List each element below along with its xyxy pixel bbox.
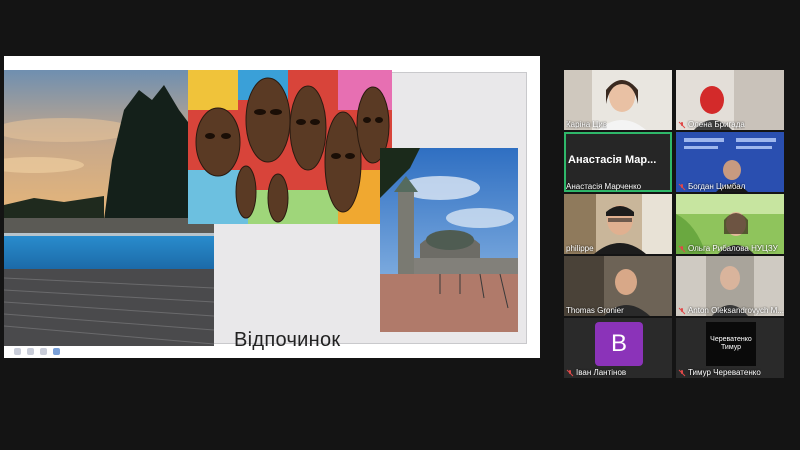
participant-tile[interactable]: Череватенко Тимур Тимур Череватенко — [676, 318, 784, 378]
toolbar-dot[interactable] — [53, 347, 60, 355]
masks-photo — [188, 70, 392, 224]
participant-tile[interactable]: Ольга Рибалова НУЦЗУ — [676, 194, 784, 254]
shared-screen: Відпочинок — [4, 56, 540, 358]
participant-tile[interactable]: Thomas Gronier — [564, 256, 672, 316]
participant-name: Олена Бригада — [678, 120, 745, 129]
participant-tile[interactable]: Anton Oleksandrovych M... — [676, 256, 784, 316]
participant-tile[interactable]: Каріна Цив — [564, 70, 672, 130]
meeting-window: Відпочинок Каріна Цив Олена Бригада Анас… — [0, 0, 800, 450]
slide-title: Відпочинок — [234, 329, 341, 351]
mic-muted-icon — [678, 307, 686, 314]
mic-muted-icon — [566, 369, 574, 376]
mic-muted-icon — [678, 183, 686, 190]
participant-name: Anton Oleksandrovych M... — [678, 306, 784, 315]
slide-canvas: Відпочинок — [4, 56, 540, 351]
name-card-text: Анастасія Мар... — [568, 154, 657, 166]
participant-tile[interactable]: philippe — [564, 194, 672, 254]
participant-name: Ольга Рибалова НУЦЗУ — [678, 244, 778, 253]
participant-grid: Каріна Цив Олена Бригада Анастасія Мар..… — [564, 70, 784, 380]
pool-photo — [4, 70, 214, 346]
mic-muted-icon — [678, 245, 686, 252]
avatar: Череватенко Тимур — [706, 322, 756, 366]
participant-name: Тимур Череватенко — [678, 368, 761, 377]
participant-tile[interactable]: Богдан Цимбал — [676, 132, 784, 192]
participant-tile[interactable]: Олена Бригада — [676, 70, 784, 130]
slide-toolbar[interactable] — [14, 346, 60, 356]
participant-name: philippe — [566, 244, 594, 253]
participant-name: Thomas Gronier — [566, 306, 624, 315]
mic-muted-icon — [678, 369, 686, 376]
toolbar-dot[interactable] — [40, 347, 47, 355]
toolbar-dot[interactable] — [27, 347, 34, 355]
station-photo — [380, 148, 518, 332]
avatar: B — [595, 322, 643, 366]
participant-name: Богдан Цимбал — [678, 182, 745, 191]
participant-tile-active-speaker[interactable]: Анастасія Мар... Анастасія Марченко — [564, 132, 672, 192]
toolbar-dot[interactable] — [14, 347, 21, 355]
participant-tile[interactable]: B Іван Лантінов — [564, 318, 672, 378]
participant-name: Іван Лантінов — [566, 368, 626, 377]
mic-muted-icon — [678, 121, 686, 128]
participant-name: Анастасія Марченко — [566, 182, 642, 191]
participant-name: Каріна Цив — [566, 120, 608, 129]
